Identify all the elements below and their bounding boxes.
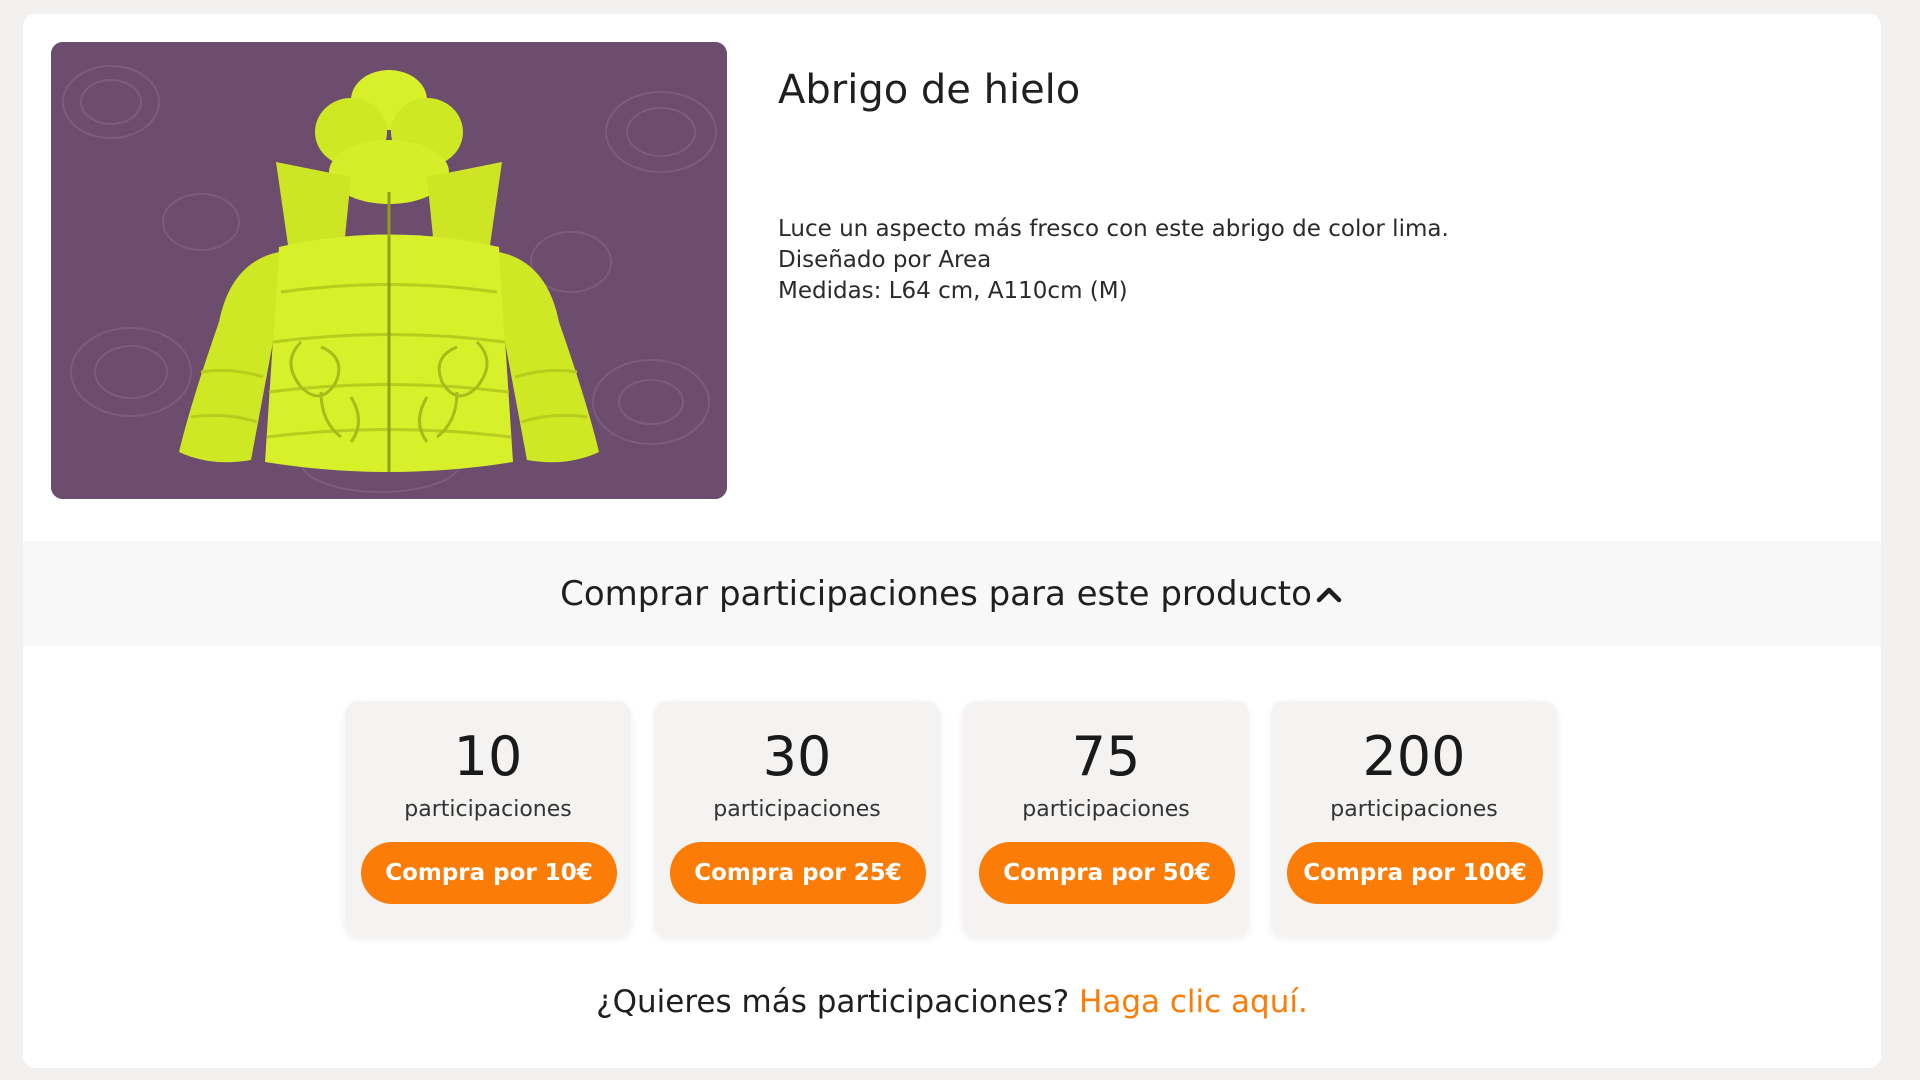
package-card-10: 10 participaciones Compra por 10€ <box>345 701 631 937</box>
package-card-30: 30 participaciones Compra por 25€ <box>654 701 940 937</box>
buy-10-entries-button[interactable]: Compra por 10€ <box>361 842 617 904</box>
entry-packages: 10 participaciones Compra por 10€ 30 par… <box>345 701 1559 937</box>
product-description: Luce un aspecto más fresco con este abri… <box>778 214 1449 307</box>
package-card-200: 200 participaciones Compra por 100€ <box>1271 701 1557 937</box>
package-unit: participaciones <box>713 797 881 822</box>
buy-200-entries-button[interactable]: Compra por 100€ <box>1287 842 1543 904</box>
description-measurements: Medidas: L64 cm, A110cm (M) <box>778 278 1128 304</box>
chevron-up-icon <box>1314 579 1344 609</box>
package-count: 30 <box>762 725 832 788</box>
buy-30-entries-button[interactable]: Compra por 25€ <box>670 842 926 904</box>
jacket-illustration <box>51 42 727 499</box>
package-card-75: 75 participaciones Compra por 50€ <box>963 701 1249 937</box>
buy-entries-accordion-toggle[interactable]: Comprar participaciones para este produc… <box>23 541 1881 646</box>
package-count: 200 <box>1362 725 1466 788</box>
product-title: Abrigo de hielo <box>778 67 1081 113</box>
package-unit: participaciones <box>1022 797 1190 822</box>
description-designer: Diseñado por Area <box>778 247 992 273</box>
accordion-title: Comprar participaciones para este produc… <box>560 573 1312 614</box>
buy-75-entries-button[interactable]: Compra por 50€ <box>979 842 1235 904</box>
product-card: Abrigo de hielo Luce un aspecto más fres… <box>23 14 1881 1068</box>
product-image[interactable] <box>51 42 727 499</box>
package-count: 75 <box>1071 725 1141 788</box>
more-entries-question: ¿Quieres más participaciones? <box>596 984 1070 1020</box>
more-entries-link[interactable]: Haga clic aquí. <box>1079 984 1308 1020</box>
description-line: Luce un aspecto más fresco con este abri… <box>778 216 1449 242</box>
more-entries-prompt: ¿Quieres más participaciones? Haga clic … <box>23 984 1881 1020</box>
package-unit: participaciones <box>404 797 572 822</box>
package-unit: participaciones <box>1330 797 1498 822</box>
package-count: 10 <box>453 725 523 788</box>
